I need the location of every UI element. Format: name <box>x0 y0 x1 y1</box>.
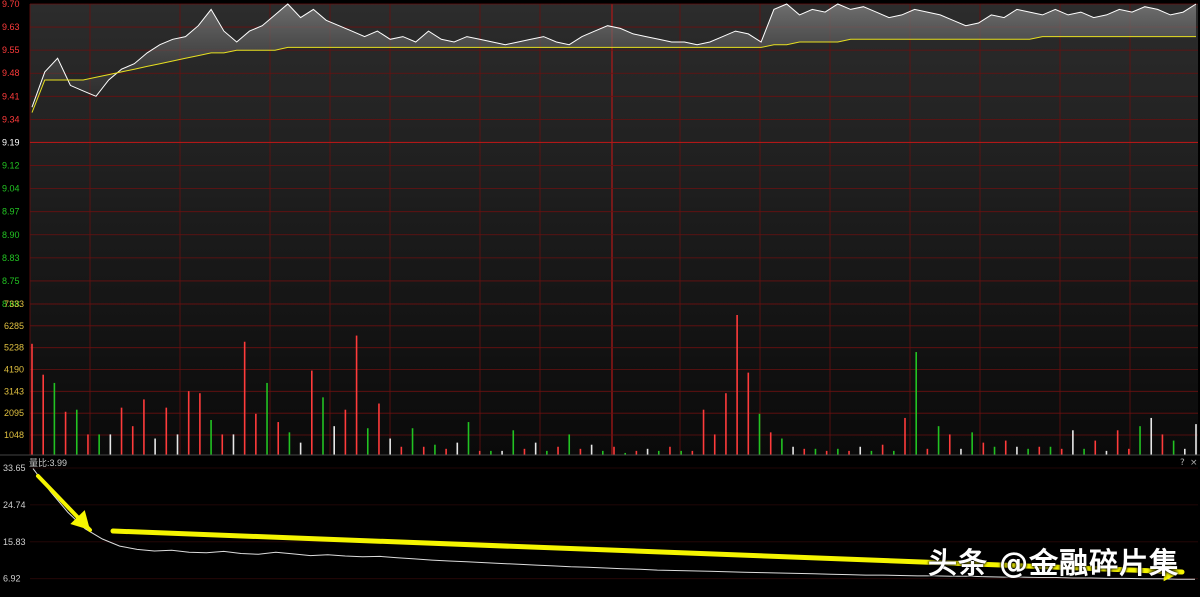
price-tick-label: 8.75 <box>2 276 20 286</box>
volume-tick-label: 6285 <box>4 321 24 331</box>
ratio-tick-label: 6.92 <box>3 574 21 584</box>
price-tick-label: 9.63 <box>2 22 20 32</box>
price-tick-label: 9.55 <box>2 45 20 55</box>
volume-tick-label: 5238 <box>4 343 24 353</box>
ratio-tick-label: 24.74 <box>3 500 26 510</box>
price-tick-label: 8.83 <box>2 253 20 263</box>
price-tick-label: 8.90 <box>2 230 20 240</box>
intraday-chart: 9.70 9.63 9.55 9.48 9.41 9.34 9.19 9.12 9.04 8.97… <box>0 0 1200 584</box>
ratio-tick-label: 15.83 <box>3 537 26 547</box>
volume-tick-label: 7333 <box>4 299 24 309</box>
volume-tick-label: 3143 <box>4 386 24 396</box>
volume-ratio-label: 量比:3.99 <box>29 458 68 468</box>
price-tick-label: 9.70 <box>2 0 20 9</box>
volume-tick-label: 1048 <box>4 430 24 440</box>
help-button[interactable]: ? <box>1180 458 1185 468</box>
intraday-chart-window: 9.70 9.63 9.55 9.48 9.41 9.34 9.19 9.12 9.04 8.97… <box>0 0 1200 597</box>
volume-tick-label: 2095 <box>4 408 24 418</box>
price-tick-label: 9.34 <box>2 114 20 124</box>
price-tick-label: 9.04 <box>2 184 20 194</box>
price-tick-label: 9.48 <box>2 68 20 78</box>
price-tick-label: 9.12 <box>2 161 20 171</box>
chart-background <box>30 4 1198 455</box>
price-tick-label: 9.19 <box>2 137 20 147</box>
ratio-tick-label: 33.65 <box>3 463 26 473</box>
price-tick-label: 8.97 <box>2 207 20 217</box>
watermark: 头条 @金融碎片集 <box>928 546 1180 580</box>
price-tick-label: 9.41 <box>2 91 20 101</box>
volume-tick-label: 4190 <box>4 365 24 375</box>
close-panel-button[interactable]: × <box>1190 458 1198 468</box>
